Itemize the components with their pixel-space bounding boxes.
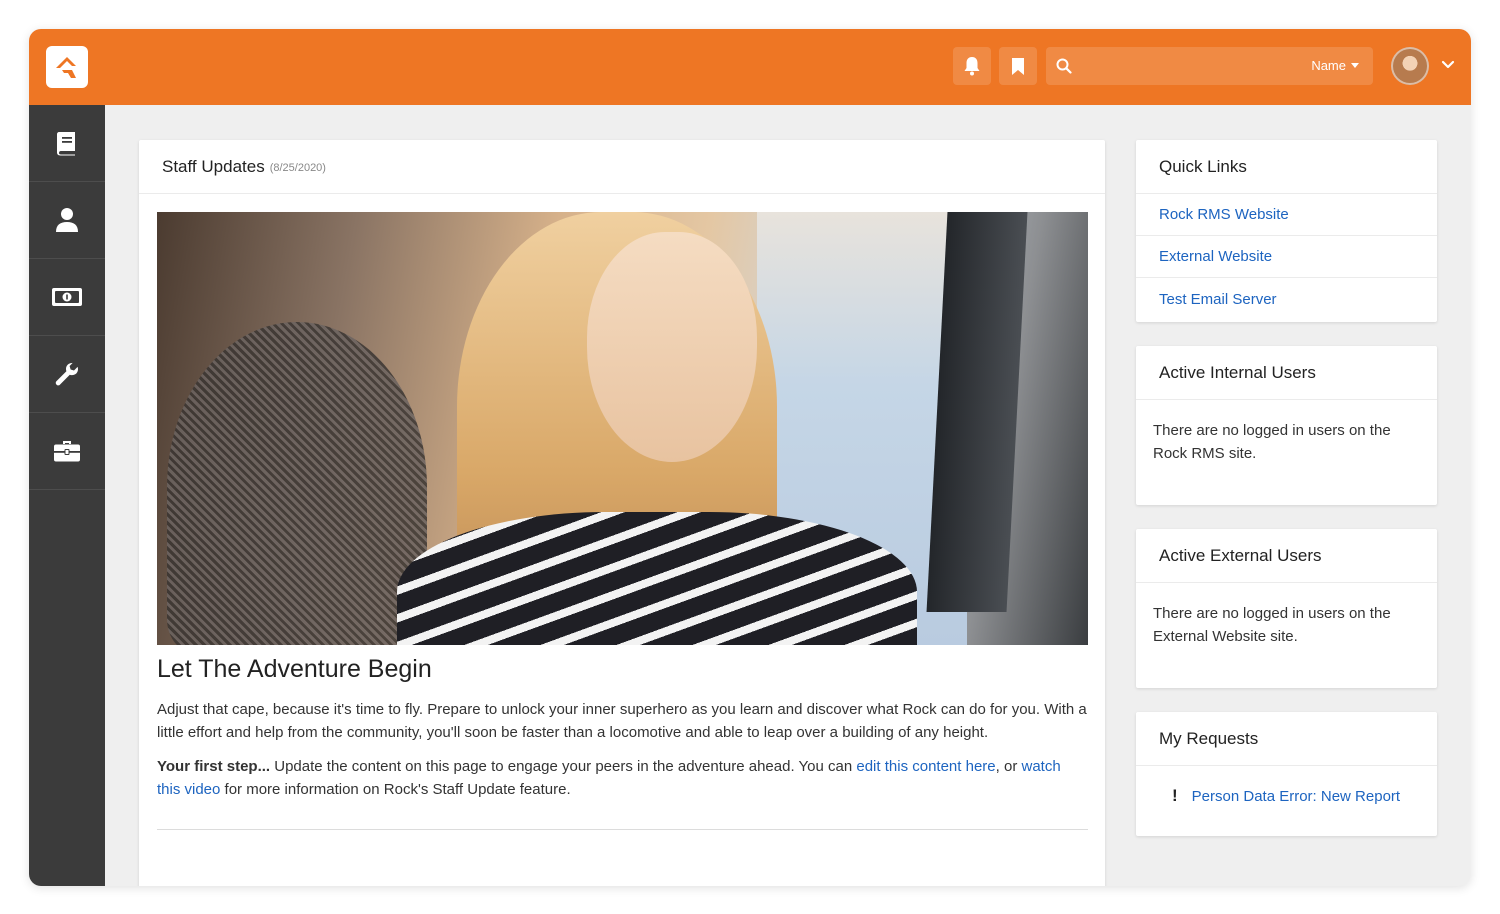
active-external-users-panel: Active External Users There are no logge… xyxy=(1136,529,1437,688)
person-icon xyxy=(56,208,78,232)
chevron-down-icon[interactable] xyxy=(1441,60,1455,70)
hero-chair xyxy=(167,322,427,645)
notifications-button[interactable] xyxy=(953,47,991,85)
request-label[interactable]: Person Data Error: New Report xyxy=(1192,788,1400,805)
my-requests-panel: My Requests ! Person Data Error: New Rep… xyxy=(1136,712,1437,836)
sidebar-item-people[interactable] xyxy=(29,182,105,259)
rock-logo[interactable] xyxy=(46,46,88,88)
first-step-text: Update the content on this page to engag… xyxy=(270,758,857,775)
edit-content-link[interactable]: edit this content here xyxy=(856,758,995,775)
active-internal-users-panel: Active Internal Users There are no logge… xyxy=(1136,346,1437,505)
quick-link-test-email-server[interactable]: Test Email Server xyxy=(1136,278,1437,320)
article-divider xyxy=(157,829,1088,830)
request-item[interactable]: ! Person Data Error: New Report xyxy=(1136,766,1437,806)
bookmark-icon xyxy=(1012,57,1024,75)
avatar[interactable] xyxy=(1391,47,1429,85)
search-icon xyxy=(1056,58,1072,74)
staff-updates-panel: Staff Updates (8/25/2020) Let The Advent… xyxy=(139,140,1105,886)
hero-face xyxy=(587,232,757,462)
briefcase-icon xyxy=(54,441,80,462)
sidebar-item-finance[interactable] xyxy=(29,259,105,336)
quick-links-header: Quick Links xyxy=(1136,140,1437,194)
my-requests-header: My Requests xyxy=(1136,712,1437,766)
first-step-text-3: for more information on Rock's Staff Upd… xyxy=(220,781,571,798)
money-icon xyxy=(52,288,82,306)
internal-users-message: There are no logged in users on the Rock… xyxy=(1153,422,1391,462)
internal-users-title: Active Internal Users xyxy=(1159,362,1316,382)
update-date: (8/25/2020) xyxy=(269,162,326,174)
first-step-text-2: , or xyxy=(995,758,1022,775)
article-title: Let The Adventure Begin xyxy=(157,655,432,683)
quick-links-title: Quick Links xyxy=(1159,156,1247,176)
article-paragraph-first-step: Your first step... Update the content on… xyxy=(157,755,1088,801)
sidebar-item-tools[interactable] xyxy=(29,336,105,413)
quick-link-external-website[interactable]: External Website xyxy=(1136,236,1437,278)
external-users-message: There are no logged in users on the Exte… xyxy=(1153,605,1391,645)
search-filter-label: Name xyxy=(1311,58,1346,73)
app-window: Name Staff Updates (8/25/2020) Let The A… xyxy=(29,29,1471,886)
quick-link-rock-rms[interactable]: Rock RMS Website xyxy=(1136,194,1437,236)
bookmarks-button[interactable] xyxy=(999,47,1037,85)
quick-links-panel: Quick Links Rock RMS Website External We… xyxy=(1136,140,1437,322)
internal-users-header: Active Internal Users xyxy=(1136,346,1437,400)
first-step-label: Your first step... xyxy=(157,758,271,775)
sidebar xyxy=(29,105,105,886)
top-bar: Name xyxy=(29,29,1471,105)
article: Let The Adventure Begin Adjust that cape… xyxy=(157,655,1088,830)
bell-icon xyxy=(964,57,980,76)
wrench-icon xyxy=(55,362,78,386)
hero-image xyxy=(157,212,1088,645)
sidebar-item-admin[interactable] xyxy=(29,413,105,490)
exclamation-icon: ! xyxy=(1172,786,1178,805)
article-paragraph: Adjust that cape, because it's time to f… xyxy=(157,701,1087,741)
book-icon xyxy=(57,132,75,156)
caret-down-icon xyxy=(1351,63,1359,68)
my-requests-title: My Requests xyxy=(1159,728,1259,748)
hero-shirt xyxy=(397,512,917,645)
rock-logo-icon xyxy=(56,57,76,78)
search-input[interactable] xyxy=(1082,53,1302,79)
external-users-header: Active External Users xyxy=(1136,529,1437,583)
search-bar[interactable]: Name xyxy=(1046,47,1373,85)
staff-updates-header: Staff Updates (8/25/2020) xyxy=(139,140,1105,194)
panel-title: Staff Updates xyxy=(162,156,265,176)
search-filter-dropdown[interactable]: Name xyxy=(1311,58,1359,73)
sidebar-item-book[interactable] xyxy=(29,105,105,182)
external-users-title: Active External Users xyxy=(1159,545,1322,565)
